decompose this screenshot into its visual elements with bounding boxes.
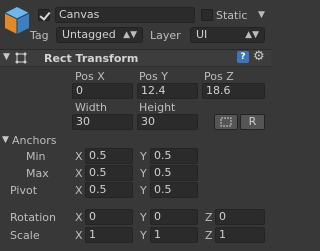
pos-x-label: Pos X xyxy=(75,70,105,83)
scale-z-value: 1 xyxy=(219,228,226,241)
tag-value: Untagged xyxy=(62,28,116,41)
pos-x-value: 0 xyxy=(76,84,83,97)
layer-label: Layer xyxy=(150,29,181,42)
anchor-max-label: Max xyxy=(26,167,49,180)
object-name-text: Canvas xyxy=(59,8,100,21)
scale-x-label: X xyxy=(75,229,83,242)
rotation-z-value: 0 xyxy=(219,210,226,223)
scale-y-field[interactable]: 1 xyxy=(150,227,198,243)
chevron-down-icon: ▲▼ xyxy=(123,30,137,40)
pivot-y-value: 0.5 xyxy=(154,183,172,196)
component-title: Rect Transform xyxy=(44,52,139,65)
anchor-max-y-value: 0.5 xyxy=(154,166,172,179)
gear-icon[interactable]: ⚙ xyxy=(253,49,265,64)
pos-z-field[interactable]: 18.6 xyxy=(202,83,265,99)
help-icon[interactable]: ? xyxy=(237,51,249,63)
active-checkbox[interactable] xyxy=(38,9,50,21)
scale-y-label: Y xyxy=(140,229,147,242)
anchor-min-y-label: Y xyxy=(140,150,147,163)
scale-x-field[interactable]: 1 xyxy=(85,227,133,243)
height-value: 30 xyxy=(141,115,155,128)
anchor-max-y-label: Y xyxy=(140,167,147,180)
layer-dropdown[interactable]: UI ▲▼ xyxy=(190,27,265,43)
rotation-y-label: Y xyxy=(140,211,147,224)
rotation-z-field[interactable]: 0 xyxy=(215,209,265,225)
anchor-min-x-label: X xyxy=(75,150,83,163)
pivot-x-field[interactable]: 0.5 xyxy=(85,182,133,198)
foldout-arrow-icon[interactable]: ▼ xyxy=(3,52,10,62)
rotation-y-field[interactable]: 0 xyxy=(150,209,198,225)
pivot-x-value: 0.5 xyxy=(89,183,107,196)
anchor-max-y-field[interactable]: 0.5 xyxy=(150,165,198,181)
anchor-min-label: Min xyxy=(26,150,46,163)
scale-label: Scale xyxy=(10,229,40,242)
anchor-min-y-value: 0.5 xyxy=(154,149,172,162)
scale-z-field[interactable]: 1 xyxy=(215,227,265,243)
anchor-max-x-field[interactable]: 0.5 xyxy=(85,165,133,181)
pivot-y-field[interactable]: 0.5 xyxy=(150,182,198,198)
pos-y-value: 12.4 xyxy=(141,84,166,97)
scale-z-label: Z xyxy=(205,229,213,242)
width-field[interactable]: 30 xyxy=(72,114,133,130)
scale-x-value: 1 xyxy=(89,228,96,241)
rotation-x-value: 0 xyxy=(89,210,96,223)
layer-value: UI xyxy=(196,28,208,41)
pos-x-field[interactable]: 0 xyxy=(72,83,133,99)
anchor-max-x-label: X xyxy=(75,167,83,180)
anchor-min-x-value: 0.5 xyxy=(89,149,107,162)
scale-y-value: 1 xyxy=(154,228,161,241)
pivot-y-label: Y xyxy=(140,184,147,197)
chevron-down-icon: ▲▼ xyxy=(245,30,259,40)
rotation-y-value: 0 xyxy=(154,210,161,223)
pos-z-value: 18.6 xyxy=(206,84,231,97)
static-label: Static xyxy=(216,9,248,22)
blueprint-button[interactable] xyxy=(214,114,238,130)
raw-edit-button[interactable]: R xyxy=(240,114,265,130)
pos-y-label: Pos Y xyxy=(139,70,168,83)
pos-y-field[interactable]: 12.4 xyxy=(137,83,198,99)
pivot-label: Pivot xyxy=(10,184,38,197)
width-value: 30 xyxy=(76,115,90,128)
rotation-x-field[interactable]: 0 xyxy=(85,209,133,225)
anchor-max-x-value: 0.5 xyxy=(89,166,107,179)
pivot-x-label: X xyxy=(75,184,83,197)
anchor-min-x-field[interactable]: 0.5 xyxy=(85,148,133,164)
raw-edit-label: R xyxy=(248,115,257,128)
cube-icon xyxy=(2,4,32,38)
width-label: Width xyxy=(75,101,107,114)
rotation-z-label: Z xyxy=(205,211,213,224)
blueprint-icon xyxy=(220,117,232,127)
rotation-label: Rotation xyxy=(10,211,57,224)
static-checkbox[interactable] xyxy=(201,9,213,21)
inspector-panel: Canvas Static ▼ Tag Untagged ▲▼ Layer UI… xyxy=(0,0,271,251)
height-label: Height xyxy=(139,101,176,114)
static-dropdown-arrow-icon[interactable]: ▼ xyxy=(258,10,265,20)
object-name-field[interactable]: Canvas xyxy=(55,7,195,23)
pos-z-label: Pos Z xyxy=(204,70,234,83)
anchors-foldout-icon[interactable]: ▼ xyxy=(2,135,9,145)
tag-dropdown[interactable]: Untagged ▲▼ xyxy=(56,27,143,43)
height-field[interactable]: 30 xyxy=(137,114,198,130)
anchors-label[interactable]: Anchors xyxy=(12,134,57,147)
rotation-x-label: X xyxy=(75,211,83,224)
anchor-min-y-field[interactable]: 0.5 xyxy=(150,148,198,164)
rect-transform-icon xyxy=(14,52,28,64)
tag-label: Tag xyxy=(30,29,49,42)
